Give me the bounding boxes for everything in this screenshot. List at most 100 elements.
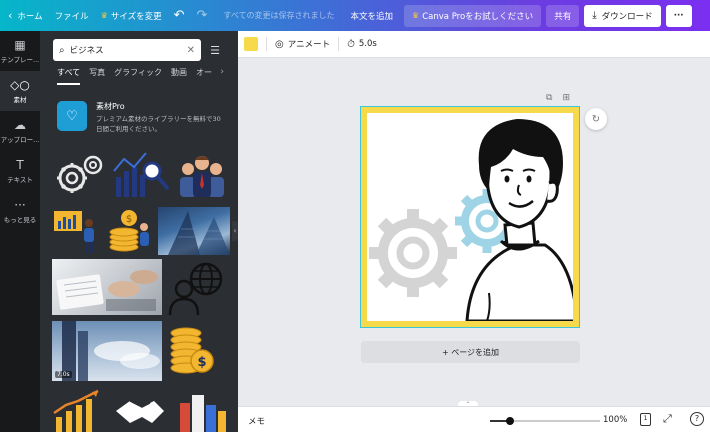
notes-button[interactable]: メモ xyxy=(248,415,265,427)
page-count-icon[interactable]: 1 xyxy=(640,413,651,426)
duration-label: 5.0s xyxy=(358,39,377,49)
fullscreen-icon[interactable]: ⤢ xyxy=(663,412,672,426)
search-icon: ⌕ xyxy=(59,44,65,56)
crown-icon: ♛ xyxy=(100,11,108,20)
graphic-coin-stack[interactable]: $ xyxy=(166,321,216,381)
home-button[interactable]: ‹ ホーム xyxy=(0,0,49,31)
design-page[interactable] xyxy=(360,106,580,328)
video-duration: 7.0s xyxy=(55,371,72,378)
search-input[interactable]: ビジネス xyxy=(70,44,187,56)
rail-item-elements[interactable]: ◇○ 素材 xyxy=(0,71,40,111)
graphic-handshake[interactable] xyxy=(112,391,168,432)
animate-button[interactable]: ◎ アニメート xyxy=(275,38,331,51)
promo-description-line-1: プレミアム素材のライブラリーを無料で30 xyxy=(96,115,221,123)
add-text-button[interactable]: 本文を追加 xyxy=(345,0,400,31)
promo-title: 素材Pro xyxy=(96,102,125,111)
more-icon: ··· xyxy=(14,197,26,212)
elements-pro-icon: ♡ xyxy=(57,101,87,131)
bottom-bar: メモ 100% 1 ⤢ ? xyxy=(238,406,710,432)
category-tabs: すべて 写真 グラフィック 動画 オー xyxy=(57,67,237,85)
tab-audio[interactable]: オー xyxy=(196,67,212,85)
elements-pro-promo[interactable]: ♡ 素材Pro プレミアム素材のライブラリーを無料で30 日間ご利用ください。 xyxy=(57,101,232,135)
page-tools: ⧉ ⊞ xyxy=(546,93,580,103)
elements-panel: ⌕ ビジネス ✕ ☰ すべて 写真 グラフィック 動画 オー › ♡ 素材Pro… xyxy=(40,31,238,432)
redo-button[interactable]: ↷ xyxy=(191,0,214,31)
more-options-button[interactable]: ··· xyxy=(665,4,692,27)
video-clouds[interactable]: 7.0s xyxy=(52,321,162,381)
resize-button[interactable]: ♛ サイズを変更 xyxy=(95,0,168,31)
background-color-swatch[interactable] xyxy=(244,37,258,51)
crown-icon: ♛ xyxy=(412,11,420,20)
help-icon[interactable]: ? xyxy=(690,412,704,426)
tab-graphics[interactable]: グラフィック xyxy=(114,67,162,85)
share-button[interactable]: 共有 xyxy=(546,4,580,27)
context-toolbar: ◎ アニメート ⏱ 5.0s xyxy=(238,31,710,58)
animate-label: アニメート xyxy=(287,40,331,50)
download-icon: ⤓ xyxy=(592,10,597,21)
graphic-gears[interactable] xyxy=(52,149,108,199)
search-box[interactable]: ⌕ ビジネス ✕ xyxy=(53,39,201,61)
tab-all[interactable]: すべて xyxy=(57,67,81,85)
graphic-presentation-person[interactable] xyxy=(52,205,100,255)
rail-item-more[interactable]: ··· もっと見る xyxy=(0,191,40,231)
promo-description-line-2: 日間ご利用ください。 xyxy=(96,125,161,133)
photo-business-meeting[interactable] xyxy=(52,259,162,315)
home-label: ホーム xyxy=(17,11,43,22)
pro-trial-label: Canva Proをお試しください xyxy=(422,11,534,22)
chevron-left-icon: ‹ xyxy=(233,227,237,235)
text-icon: T xyxy=(16,157,24,172)
upload-icon: ☁ xyxy=(14,117,26,132)
rail-item-label: テキスト xyxy=(7,175,33,184)
graphic-global-business[interactable] xyxy=(166,259,230,315)
animate-icon: ◎ xyxy=(275,38,284,50)
refresh-icon[interactable]: ↻ xyxy=(585,108,607,130)
file-label: ファイル xyxy=(54,11,89,22)
tab-photos[interactable]: 写真 xyxy=(89,67,105,85)
rail-item-label: 素材 xyxy=(13,95,27,104)
chevron-left-icon: ‹ xyxy=(8,9,13,22)
tab-videos[interactable]: 動画 xyxy=(171,67,187,85)
template-icon: ▦ xyxy=(14,37,26,52)
photo-skyscrapers[interactable] xyxy=(158,207,230,255)
download-button[interactable]: ⤓ ダウンロード xyxy=(584,4,661,27)
chevron-right-icon[interactable]: › xyxy=(220,67,224,77)
duplicate-page-icon[interactable]: ⧉ xyxy=(546,93,552,103)
rail-item-uploads[interactable]: ☁ アップロー... xyxy=(0,111,40,151)
left-rail: ▦ テンプレー... ◇○ 素材 ☁ アップロー... T テキスト ··· も… xyxy=(0,31,40,432)
canva-pro-trial-button[interactable]: ♛ Canva Proをお試しください xyxy=(404,4,542,27)
add-page-button[interactable]: + ページを追加 xyxy=(361,341,580,363)
filter-icon[interactable]: ☰ xyxy=(204,39,226,61)
rail-item-templates[interactable]: ▦ テンプレー... xyxy=(0,31,40,71)
file-menu-button[interactable]: ファイル xyxy=(49,0,95,31)
timer-icon: ⏱ xyxy=(347,38,355,50)
redo-icon: ↷ xyxy=(196,8,208,23)
rail-item-label: アップロー... xyxy=(0,135,40,144)
rail-item-text[interactable]: T テキスト xyxy=(0,151,40,191)
zoom-slider-knob[interactable] xyxy=(505,417,514,425)
svg-text:$: $ xyxy=(126,214,132,225)
resize-label: サイズを変更 xyxy=(110,11,162,22)
top-bar: ‹ ホーム ファイル ♛ サイズを変更 ↶ ↷ すべての変更は保存されました 本… xyxy=(0,0,710,31)
undo-icon: ↶ xyxy=(173,8,185,23)
zoom-level[interactable]: 100% xyxy=(603,415,627,425)
toolbar-divider xyxy=(266,37,267,51)
graphic-chart-magnifier[interactable] xyxy=(112,149,172,199)
design-content xyxy=(367,113,573,321)
graphic-city-buildings[interactable] xyxy=(174,391,230,432)
clear-search-icon[interactable]: ✕ xyxy=(187,45,195,56)
rail-item-label: もっと見る xyxy=(3,215,37,224)
toolbar-divider xyxy=(338,37,340,51)
design-illustration xyxy=(369,119,573,321)
graphic-growth-chart[interactable] xyxy=(52,389,108,432)
save-status: すべての変更は保存されました xyxy=(223,11,335,20)
undo-button[interactable]: ↶ xyxy=(168,0,191,31)
elements-icon: ◇○ xyxy=(10,77,30,92)
graphic-business-team[interactable] xyxy=(174,149,230,199)
svg-text:$: $ xyxy=(197,355,206,370)
zoom-slider[interactable] xyxy=(490,417,600,425)
download-label: ダウンロード xyxy=(601,11,653,22)
add-page-icon[interactable]: ⊞ xyxy=(562,93,570,103)
duration-button[interactable]: ⏱ 5.0s xyxy=(347,39,377,50)
graphic-coins-person[interactable]: $ xyxy=(104,205,154,255)
rail-item-label: テンプレー... xyxy=(0,55,40,64)
